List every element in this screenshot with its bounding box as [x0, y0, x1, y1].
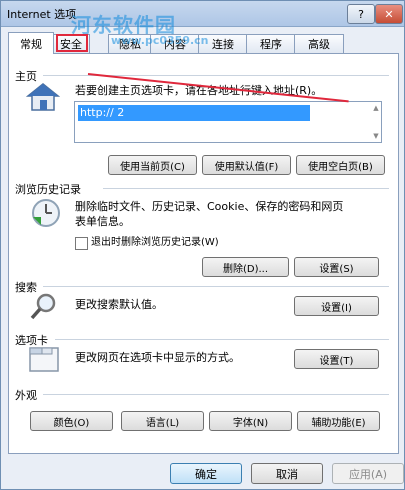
tab-programs[interactable]: 程序: [246, 34, 296, 53]
use-current-button[interactable]: 使用当前页(C): [108, 155, 197, 175]
history-settings-button[interactable]: 设置(S): [294, 257, 379, 277]
scroll-up-icon[interactable]: ▲: [371, 103, 381, 113]
colors-button[interactable]: 颜色(O): [30, 411, 113, 431]
delete-history-button[interactable]: 删除(D)...: [202, 257, 289, 277]
appearance-section-title: 外观: [15, 389, 37, 402]
window-title: Internet 选项: [7, 8, 77, 21]
use-default-button[interactable]: 使用默认值(F): [202, 155, 291, 175]
use-blank-button[interactable]: 使用空白页(B): [296, 155, 385, 175]
help-button[interactable]: ?: [347, 4, 375, 24]
ok-button[interactable]: 确定: [170, 463, 242, 484]
internet-options-window: Internet 选项 河东软件园 ? ✕ 常规 安全 隐私 内容 连接 程序 …: [0, 0, 405, 490]
cancel-button[interactable]: 取消: [251, 463, 323, 484]
close-button[interactable]: ✕: [375, 4, 403, 24]
history-section-title: 浏览历史记录: [15, 183, 81, 196]
tabs-settings-button[interactable]: 设置(T): [294, 349, 379, 369]
tab-advanced[interactable]: 高级: [294, 34, 344, 53]
accessibility-button[interactable]: 辅助功能(E): [297, 411, 380, 431]
apply-button[interactable]: 应用(A): [332, 463, 404, 484]
watermark-url: www.pc0359.cn: [111, 34, 209, 47]
history-description-line2: 表单信息。: [75, 215, 130, 228]
delete-history-on-exit-label: 退出时删除浏览历史记录(W): [91, 237, 219, 248]
tab-general[interactable]: 常规: [8, 32, 54, 54]
title-bar: Internet 选项 河东软件园 ? ✕: [1, 1, 404, 37]
fonts-button[interactable]: 字体(N): [209, 411, 292, 431]
search-settings-button[interactable]: 设置(I): [294, 296, 379, 316]
divider: [55, 339, 389, 340]
house-icon: [26, 83, 60, 111]
home-page-url-input[interactable]: http:// 2 ▲ ▼: [74, 101, 382, 143]
history-description-line1: 删除临时文件、历史记录、Cookie、保存的密码和网页: [75, 200, 344, 213]
scroll-down-icon[interactable]: ▼: [371, 131, 381, 141]
languages-button[interactable]: 语言(L): [121, 411, 204, 431]
history-clock-icon: [32, 199, 60, 227]
divider: [43, 394, 389, 395]
divider: [103, 188, 389, 189]
general-tab-panel: 主页 若要创建主页选项卡，请在各地址行键入地址(R)。 http:// 2 ▲ …: [8, 53, 399, 454]
search-description: 更改搜索默认值。: [75, 298, 163, 311]
tabs-description: 更改网页在选项卡中显示的方式。: [75, 351, 240, 364]
annotation-box: [56, 34, 88, 52]
divider: [43, 286, 389, 287]
home-page-url: http:// 2: [78, 105, 310, 121]
delete-history-on-exit-checkbox[interactable]: [75, 237, 88, 250]
tabs-window-icon: [29, 347, 59, 372]
search-magnifier-icon: [30, 293, 56, 320]
